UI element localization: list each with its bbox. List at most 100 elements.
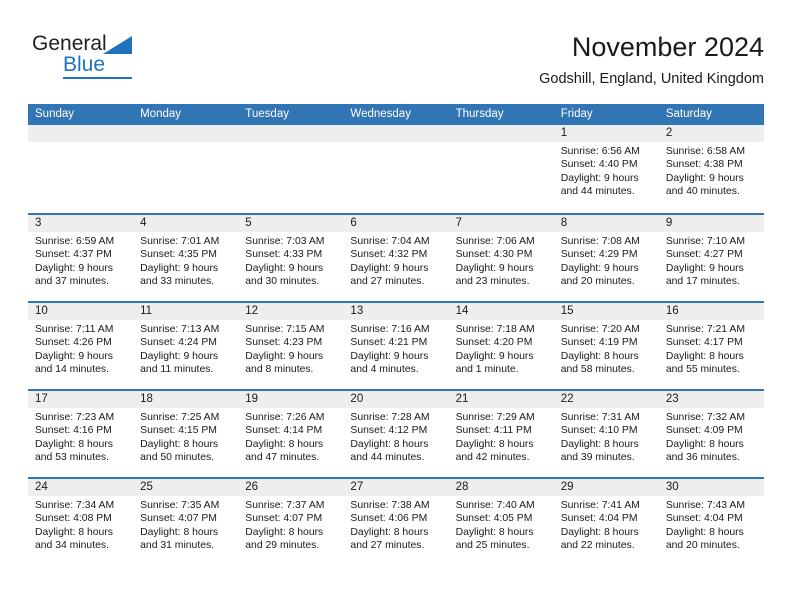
day-number: 24 [28, 479, 134, 496]
sunrise-text: Sunrise: 7:40 AM [455, 500, 535, 511]
daylight-text: and 31 minutes. [140, 539, 215, 551]
day-cell-10[interactable]: 10 Sunrise: 7:11 AM Sunset: 4:26 PM Dayligh… [28, 303, 134, 389]
daylight-text: Daylight: 8 hours [350, 438, 429, 450]
sunset-text: Sunset: 4:14 PM [245, 425, 323, 437]
daylight-text: Daylight: 8 hours [665, 438, 744, 450]
day-cell-14[interactable]: 14 Sunrise: 7:18 AM Sunset: 4:20 PM Dayligh… [448, 303, 554, 389]
day-number: 5 [238, 215, 344, 232]
day-cell-30[interactable]: 30 Sunrise: 7:43 AM Sunset: 4:04 PM Dayligh… [658, 479, 764, 565]
weekday-header-sunday: Sunday [35, 108, 75, 120]
day-cell-7[interactable]: 7 Sunrise: 7:06 AM Sunset: 4:30 PM Daylight… [448, 215, 554, 301]
day-details: Sunrise: 7:10 AM Sunset: 4:27 PM Daylight:… [659, 232, 764, 288]
day-cell-12[interactable]: 12 Sunrise: 7:15 AM Sunset: 4:23 PM Dayligh… [238, 303, 344, 389]
daylight-text: Daylight: 8 hours [455, 438, 534, 450]
daylight-text: Daylight: 9 hours [35, 350, 113, 362]
sunrise-text: Sunrise: 7:03 AM [245, 236, 325, 247]
sunrise-text: Sunrise: 7:34 AM [35, 500, 115, 511]
daylight-text: Daylight: 8 hours [665, 526, 744, 538]
sunrise-text: Sunrise: 7:41 AM [560, 500, 640, 511]
brand-logo[interactable]: General Blue [32, 32, 212, 86]
day-number: 28 [448, 479, 554, 496]
sunrise-text: Sunrise: 7:16 AM [350, 324, 430, 335]
daylight-text: Daylight: 8 hours [455, 526, 534, 538]
daylight-text: and 40 minutes. [665, 185, 740, 197]
sunrise-text: Sunrise: 7:28 AM [350, 412, 430, 423]
day-cell-27[interactable]: 27 Sunrise: 7:38 AM Sunset: 4:06 PM Dayligh… [343, 479, 449, 565]
day-number: 26 [238, 479, 344, 496]
sunrise-text: Sunrise: 7:15 AM [245, 324, 325, 335]
daylight-text: and 25 minutes. [455, 539, 530, 551]
daylight-text: Daylight: 8 hours [35, 526, 113, 538]
day-cell-9[interactable]: 9 Sunrise: 7:10 AM Sunset: 4:27 PM Daylight… [658, 215, 764, 301]
day-cell-4[interactable]: 4 Sunrise: 7:01 AM Sunset: 4:35 PM Daylight… [133, 215, 239, 301]
page-title: November 2024 [571, 32, 764, 62]
day-number: 14 [448, 303, 554, 320]
day-number [238, 125, 344, 142]
sunrise-text: Sunrise: 7:13 AM [140, 324, 220, 335]
day-cell-empty [343, 125, 449, 213]
daylight-text: and 44 minutes. [560, 185, 635, 197]
daylight-text: Daylight: 9 hours [35, 262, 113, 274]
day-cell-21[interactable]: 21 Sunrise: 7:29 AM Sunset: 4:11 PM Dayligh… [448, 391, 554, 477]
daylight-text: Daylight: 8 hours [245, 526, 324, 538]
daylight-text: and 14 minutes. [35, 363, 109, 375]
daylight-text: Daylight: 9 hours [455, 262, 534, 274]
day-number: 6 [343, 215, 449, 232]
sunset-text: Sunset: 4:21 PM [350, 337, 428, 349]
day-cell-11[interactable]: 11 Sunrise: 7:13 AM Sunset: 4:24 PM Dayligh… [133, 303, 239, 389]
daylight-text: and 1 minute. [455, 363, 519, 375]
day-number: 9 [658, 215, 764, 232]
day-cell-empty [448, 125, 554, 213]
day-details: Sunrise: 7:16 AM Sunset: 4:21 PM Daylight:… [343, 320, 448, 376]
day-cell-18[interactable]: 18 Sunrise: 7:25 AM Sunset: 4:15 PM Dayligh… [133, 391, 239, 477]
day-cell-6[interactable]: 6 Sunrise: 7:04 AM Sunset: 4:32 PM Daylight… [343, 215, 449, 301]
sunset-text: Sunset: 4:40 PM [560, 159, 638, 171]
day-cell-26[interactable]: 26 Sunrise: 7:37 AM Sunset: 4:07 PM Dayligh… [238, 479, 344, 565]
day-cell-2[interactable]: 2 Sunrise: 6:58 AM Sunset: 4:38 PM Daylight… [658, 125, 764, 213]
day-cell-15[interactable]: 15 Sunrise: 7:20 AM Sunset: 4:19 PM Dayligh… [553, 303, 659, 389]
day-cell-17[interactable]: 17 Sunrise: 7:23 AM Sunset: 4:16 PM Dayligh… [28, 391, 134, 477]
sunrise-text: Sunrise: 7:38 AM [350, 500, 430, 511]
day-cell-22[interactable]: 22 Sunrise: 7:31 AM Sunset: 4:10 PM Dayligh… [553, 391, 659, 477]
day-cell-25[interactable]: 25 Sunrise: 7:35 AM Sunset: 4:07 PM Dayligh… [133, 479, 239, 565]
daylight-text: Daylight: 9 hours [455, 350, 534, 362]
day-cell-16[interactable]: 16 Sunrise: 7:21 AM Sunset: 4:17 PM Dayligh… [658, 303, 764, 389]
daylight-text: Daylight: 8 hours [140, 526, 219, 538]
day-details: Sunrise: 7:06 AM Sunset: 4:30 PM Daylight:… [449, 232, 554, 288]
daylight-text: and 44 minutes. [350, 451, 425, 463]
day-cell-23[interactable]: 23 Sunrise: 7:32 AM Sunset: 4:09 PM Dayligh… [658, 391, 764, 477]
day-cell-1[interactable]: 1 Sunrise: 6:56 AM Sunset: 4:40 PM Daylight… [553, 125, 659, 213]
day-cell-20[interactable]: 20 Sunrise: 7:28 AM Sunset: 4:12 PM Dayligh… [343, 391, 449, 477]
day-details: Sunrise: 7:01 AM Sunset: 4:35 PM Daylight:… [133, 232, 238, 288]
day-cell-13[interactable]: 13 Sunrise: 7:16 AM Sunset: 4:21 PM Dayligh… [343, 303, 449, 389]
day-number: 27 [343, 479, 449, 496]
calendar-grid: Sunday Monday Tuesday Wednesday Thursday Frid… [28, 104, 764, 565]
sunset-text: Sunset: 4:38 PM [665, 159, 743, 171]
day-number [133, 125, 239, 142]
sunrise-text: Sunrise: 7:25 AM [140, 412, 220, 423]
day-details: Sunrise: 7:15 AM Sunset: 4:23 PM Daylight:… [238, 320, 343, 376]
day-cell-29[interactable]: 29 Sunrise: 7:41 AM Sunset: 4:04 PM Dayligh… [553, 479, 659, 565]
calendar-week-row: 17 Sunrise: 7:23 AM Sunset: 4:16 PM Dayligh… [28, 389, 764, 477]
day-details: Sunrise: 7:38 AM Sunset: 4:06 PM Daylight:… [343, 496, 448, 552]
day-cell-5[interactable]: 5 Sunrise: 7:03 AM Sunset: 4:33 PM Daylight… [238, 215, 344, 301]
sunrise-text: Sunrise: 7:23 AM [35, 412, 115, 423]
day-cell-28[interactable]: 28 Sunrise: 7:40 AM Sunset: 4:05 PM Dayligh… [448, 479, 554, 565]
sunset-text: Sunset: 4:29 PM [560, 249, 638, 261]
sunrise-text: Sunrise: 7:29 AM [455, 412, 535, 423]
daylight-text: and 27 minutes. [350, 275, 425, 287]
brand-name-secondary: Blue [63, 53, 106, 76]
day-cell-3[interactable]: 3 Sunrise: 6:59 AM Sunset: 4:37 PM Daylight… [28, 215, 134, 301]
day-cell-24[interactable]: 24 Sunrise: 7:34 AM Sunset: 4:08 PM Dayligh… [28, 479, 134, 565]
daylight-text: Daylight: 9 hours [245, 350, 324, 362]
sunrise-text: Sunrise: 6:59 AM [35, 236, 115, 247]
day-number: 20 [343, 391, 449, 408]
daylight-text: Daylight: 9 hours [560, 172, 639, 184]
daylight-text: Daylight: 8 hours [560, 438, 639, 450]
day-cell-19[interactable]: 19 Sunrise: 7:26 AM Sunset: 4:14 PM Dayligh… [238, 391, 344, 477]
day-details: Sunrise: 7:18 AM Sunset: 4:20 PM Daylight:… [449, 320, 554, 376]
daylight-text: and 22 minutes. [560, 539, 635, 551]
day-details: Sunrise: 7:08 AM Sunset: 4:29 PM Daylight:… [554, 232, 659, 288]
day-details: Sunrise: 7:13 AM Sunset: 4:24 PM Daylight:… [133, 320, 238, 376]
day-cell-8[interactable]: 8 Sunrise: 7:08 AM Sunset: 4:29 PM Daylight… [553, 215, 659, 301]
